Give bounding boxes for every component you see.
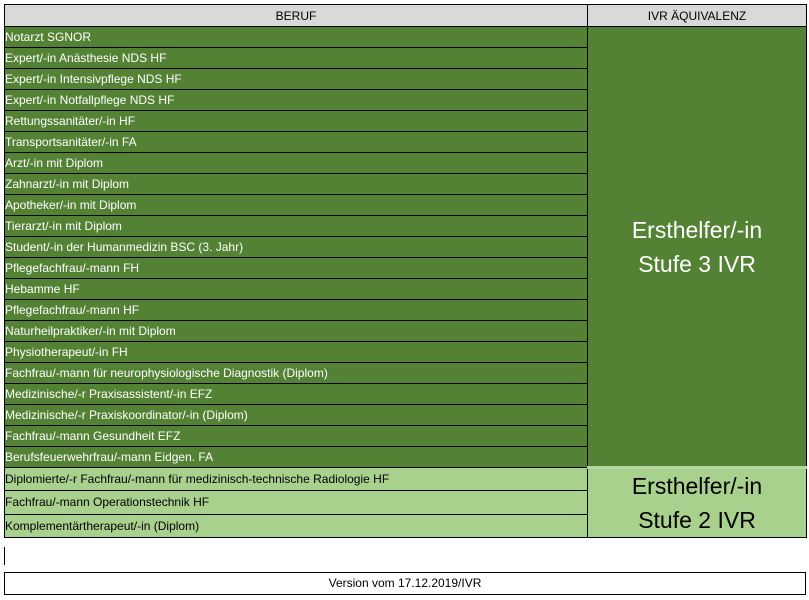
beruf-cell: Medizinische/-r Praxiskoordinator/-in (D… <box>4 404 588 426</box>
cell-border-mark <box>4 547 5 565</box>
table-header-row: BERUF IVR ÄQUIVALENZ <box>4 4 807 27</box>
ivr-level-3-label-line2: Stufe 3 IVR <box>638 250 756 277</box>
beruf-cell: Medizinische/-r Praxisassistent/-in EFZ <box>4 383 588 405</box>
beruf-cell: Arzt/-in mit Diplom <box>4 152 588 174</box>
beruf-cell: Transportsanitäter/-in FA <box>4 131 588 153</box>
beruf-cell: Pflegefachfrau/-mann HF <box>4 299 588 321</box>
beruf-cell: Berufsfeuerwehrfrau/-mann Eidgen. FA <box>4 446 588 468</box>
beruf-cell: Naturheilpraktiker/-in mit Diplom <box>4 320 588 342</box>
beruf-cell: Pflegefachfrau/-mann FH <box>4 257 588 279</box>
ivr-level-3-label-line1: Ersthelfer/-in <box>631 216 763 243</box>
column-header-ivr-aequivalenz: IVR ÄQUIVALENZ <box>587 4 807 27</box>
beruf-cell: Diplomierte/-r Fachfrau/-mann für medizi… <box>4 466 588 492</box>
beruf-cell: Apotheker/-in mit Diplom <box>4 194 588 216</box>
column-header-beruf: BERUF <box>4 4 588 27</box>
ivr-level-2-cell: Ersthelfer/-in Stufe 2 IVR <box>587 467 807 538</box>
beruf-cell: Fachfrau/-mann Gesundheit EFZ <box>4 425 588 447</box>
beruf-cell: Expert/-in Notfallpflege NDS HF <box>4 89 588 111</box>
ivr-equivalence-table: BERUF IVR ÄQUIVALENZ Notarzt SGNOR Ersth… <box>4 4 807 539</box>
beruf-cell: Fachfrau/-mann für neurophysiologische D… <box>4 362 588 384</box>
ivr-level-2-label-line2: Stufe 2 IVR <box>638 507 756 533</box>
beruf-cell: Rettungssanitäter/-in HF <box>4 110 588 132</box>
beruf-cell: Hebamme HF <box>4 278 588 300</box>
beruf-cell: Zahnarzt/-in mit Diplom <box>4 173 588 195</box>
beruf-cell: Student/-in der Humanmedizin BSC (3. Jah… <box>4 236 588 258</box>
beruf-cell: Komplementärtherapeut/-in (Diplom) <box>4 513 588 539</box>
version-footer: Version vom 17.12.2019/IVR <box>4 572 806 595</box>
beruf-cell: Physiotherapeut/-in FH <box>4 341 588 363</box>
beruf-cell: Expert/-in Anästhesie NDS HF <box>4 47 588 69</box>
ivr-level-3-cell: Ersthelfer/-in Stufe 3 IVR <box>587 26 807 469</box>
ivr-level-2-label-line1: Ersthelfer/-in <box>631 473 763 499</box>
beruf-cell: Notarzt SGNOR <box>4 26 588 48</box>
table-row: Notarzt SGNOR Ersthelfer/-in Stufe 3 IVR <box>4 26 807 469</box>
beruf-cell: Expert/-in Intensivpflege NDS HF <box>4 68 588 90</box>
table-row: Diplomierte/-r Fachfrau/-mann für medizi… <box>4 466 807 538</box>
beruf-cell: Tierarzt/-in mit Diplom <box>4 215 588 237</box>
beruf-cell: Fachfrau/-mann Operationstechnik HF <box>4 490 588 515</box>
